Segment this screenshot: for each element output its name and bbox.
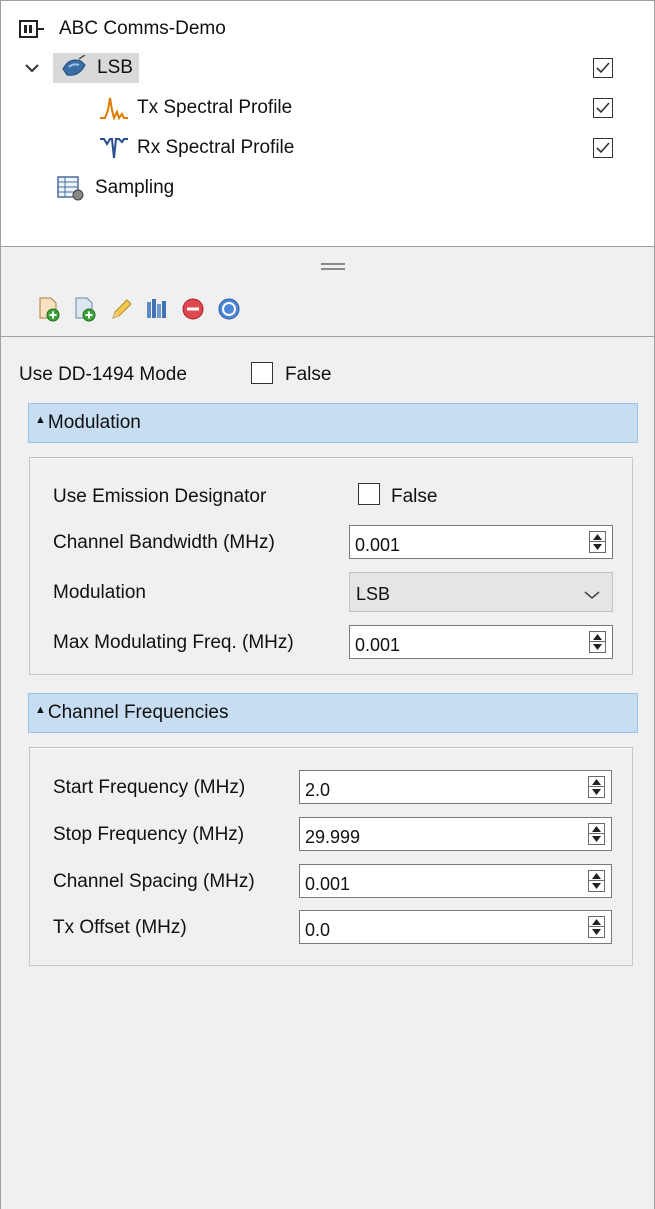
spectrum-peak-icon xyxy=(97,96,131,120)
spin-down-icon[interactable] xyxy=(590,642,605,652)
stop-frequency-label: Stop Frequency (MHz) xyxy=(53,824,245,845)
dd1494-checkbox[interactable] xyxy=(251,362,273,384)
add-icon xyxy=(39,297,60,322)
tx-offset-value: 0.0 xyxy=(305,920,331,940)
channel-frequencies-group: Start Frequency (MHz) 2.0 Stop Frequency… xyxy=(29,747,633,966)
delete-button[interactable] xyxy=(181,296,205,322)
tree-item-tx-label: Tx Spectral Profile xyxy=(137,97,293,118)
spin-up-icon[interactable] xyxy=(590,632,605,642)
max-mod-freq-label: Max Modulating Freq. (MHz) xyxy=(53,632,294,653)
tree-item-tx-spectral-profile[interactable]: Tx Spectral Profile xyxy=(97,90,292,126)
channel-frequencies-section-title: Channel Frequencies xyxy=(47,702,229,723)
tree-root[interactable]: ABC Comms-Demo xyxy=(17,11,226,47)
chevron-down-icon[interactable] xyxy=(23,63,41,73)
property-form: Use DD-1494 Mode False ▲ Modulation Use … xyxy=(1,337,654,1209)
channel-frequencies-section-header[interactable]: ▲ Channel Frequencies xyxy=(28,693,638,733)
tx-offset-label: Tx Offset (MHz) xyxy=(53,917,187,938)
channel-bandwidth-input[interactable]: 0.001 xyxy=(349,525,613,559)
tree-item-lsb-selection[interactable]: LSB xyxy=(53,53,139,83)
tree-item-lsb[interactable]: LSB xyxy=(23,50,139,86)
spin-up-icon[interactable] xyxy=(589,824,604,834)
help-button[interactable] xyxy=(217,296,241,322)
check-icon xyxy=(596,62,610,74)
edit-pencil-icon xyxy=(112,299,132,319)
start-frequency-input[interactable]: 2.0 xyxy=(299,770,612,804)
start-frequency-label: Start Frequency (MHz) xyxy=(53,777,246,798)
channel-spacing-value: 0.001 xyxy=(305,874,351,894)
spin-down-icon[interactable] xyxy=(589,834,604,844)
chevron-down-icon xyxy=(584,584,600,606)
modulation-value: LSB xyxy=(356,584,391,604)
tree-root-label: ABC Comms-Demo xyxy=(59,18,226,39)
spin-buttons[interactable] xyxy=(588,823,605,845)
properties-panel: ABC Comms-Demo LSB Tx Spectral Profile R… xyxy=(0,0,655,1209)
tx-offset-input[interactable]: 0.0 xyxy=(299,910,612,944)
tree-item-sampling[interactable]: Sampling xyxy=(53,170,174,206)
bars-icon xyxy=(147,299,166,318)
spin-down-icon[interactable] xyxy=(589,881,604,891)
delete-icon xyxy=(182,298,204,320)
spin-buttons[interactable] xyxy=(589,531,606,553)
tree-item-rx-checkbox[interactable] xyxy=(593,138,613,158)
collapse-caret-icon: ▲ xyxy=(35,704,46,716)
tree-item-sampling-label: Sampling xyxy=(95,177,175,198)
collapse-caret-icon: ▲ xyxy=(35,414,46,426)
max-mod-freq-input[interactable]: 0.001 xyxy=(349,625,613,659)
plugin-icon xyxy=(17,20,47,38)
spin-down-icon[interactable] xyxy=(590,542,605,552)
channel-spacing-input[interactable]: 0.001 xyxy=(299,864,612,898)
sampling-table-icon xyxy=(53,175,87,201)
toolbar xyxy=(37,292,253,326)
use-emission-value: False xyxy=(391,486,438,507)
add-copy-button[interactable] xyxy=(73,296,97,322)
modulation-section-header[interactable]: ▲ Modulation xyxy=(28,403,638,443)
spin-down-icon[interactable] xyxy=(589,787,604,797)
modulation-group: Use Emission Designator False Channel Ba… xyxy=(29,457,633,675)
modulation-section-title: Modulation xyxy=(47,412,141,433)
tree-item-tx-checkbox[interactable] xyxy=(593,98,613,118)
add-item-button[interactable] xyxy=(37,296,61,322)
spin-up-icon[interactable] xyxy=(589,871,604,881)
dd1494-label: Use DD-1494 Mode xyxy=(19,364,187,385)
bars-button[interactable] xyxy=(145,296,169,322)
splitter-handle[interactable] xyxy=(321,263,345,273)
modulation-select[interactable]: LSB xyxy=(349,572,613,612)
tree-view[interactable]: ABC Comms-Demo LSB Tx Spectral Profile R… xyxy=(1,1,654,247)
spectrum-notch-icon xyxy=(97,136,131,160)
spin-up-icon[interactable] xyxy=(589,917,604,927)
tree-item-lsb-checkbox[interactable] xyxy=(593,58,613,78)
channel-bandwidth-value: 0.001 xyxy=(355,535,401,555)
stop-frequency-value: 29.999 xyxy=(305,827,361,847)
spin-up-icon[interactable] xyxy=(589,777,604,787)
add-copy-icon xyxy=(75,297,96,322)
channel-bandwidth-label: Channel Bandwidth (MHz) xyxy=(53,532,275,553)
use-emission-checkbox[interactable] xyxy=(358,483,380,505)
edit-button[interactable] xyxy=(109,296,133,322)
help-icon xyxy=(218,298,240,320)
use-emission-label: Use Emission Designator xyxy=(53,486,267,507)
spin-buttons[interactable] xyxy=(589,631,606,653)
max-mod-freq-value: 0.001 xyxy=(355,635,401,655)
start-frequency-value: 2.0 xyxy=(305,780,331,800)
spin-down-icon[interactable] xyxy=(589,927,604,937)
tree-item-rx-spectral-profile[interactable]: Rx Spectral Profile xyxy=(97,130,294,166)
check-icon xyxy=(596,142,610,154)
check-icon xyxy=(596,102,610,114)
channel-spacing-label: Channel Spacing (MHz) xyxy=(53,871,255,892)
tree-item-lsb-label: LSB xyxy=(97,57,133,78)
spin-buttons[interactable] xyxy=(588,776,605,798)
spin-buttons[interactable] xyxy=(588,916,605,938)
radio-transmitter-icon xyxy=(57,55,91,81)
tree-item-rx-label: Rx Spectral Profile xyxy=(137,137,295,158)
spin-up-icon[interactable] xyxy=(590,532,605,542)
spin-buttons[interactable] xyxy=(588,870,605,892)
dd1494-value: False xyxy=(285,364,332,385)
stop-frequency-input[interactable]: 29.999 xyxy=(299,817,612,851)
modulation-label: Modulation xyxy=(53,582,146,603)
